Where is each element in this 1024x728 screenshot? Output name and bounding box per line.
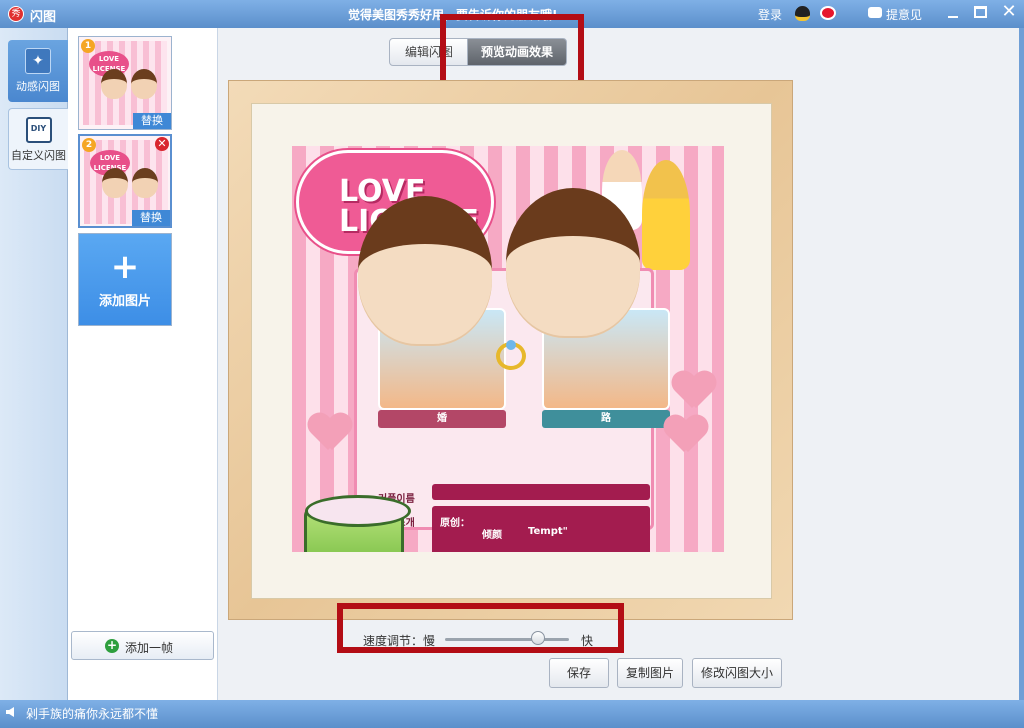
face-overlay-right [506,188,640,338]
plus-icon: + [110,247,140,287]
speed-label: 速度调节：慢 [363,634,436,648]
sidebar-item-label: 自定义闪图 [11,149,66,162]
couple-intro-field: 原创： 倾颜 Tempt" [432,506,650,552]
original-tempt: Tempt" [528,526,568,537]
frame-thumbnail[interactable]: 1 LOVE LICENSE 替换 [78,36,172,130]
couple-name-field [432,484,650,500]
qq-icon[interactable] [795,6,810,21]
status-bar: 剁手族的痛你永远都不懂 [0,700,1024,728]
weibo-icon[interactable] [820,6,836,20]
face-icon [101,69,127,99]
add-frame-label: 添加一帧 [125,641,174,655]
face-icon [102,168,128,198]
minimize-icon[interactable] [946,6,960,20]
heart-icon [308,414,352,454]
girl-figure [642,160,690,270]
preview-image: LOVE LICENSE 婚 路 커플이름 커플소개 原创： [292,146,724,552]
face-overlay-left [358,196,492,346]
feedback-link[interactable]: 提意见 [886,6,922,23]
speed-fast-label: 快 [581,634,594,648]
name-label-right: 路 [542,410,670,428]
delete-frame-icon[interactable]: ✕ [155,137,169,151]
mode-sidebar: ✦ 动感闪图 DIY 自定义闪图 [0,28,68,700]
login-link[interactable]: 登录 [758,6,782,23]
sparkle-icon: ✦ [25,48,51,74]
original-label: 原创： [440,518,470,529]
original-author: 倾颜 [482,530,502,541]
sidebar-item-label: 动感闪图 [16,80,60,93]
frame-mat: LOVE LICENSE 婚 路 커플이름 커플소개 原创： [251,103,772,599]
heart-icon [664,416,708,456]
window-title: 闪图 [30,10,57,25]
frame-number-badge: 2 [82,138,96,152]
speed-slider-knob[interactable] [531,631,545,645]
face-icon [131,69,157,99]
sidebar-item-custom-flash[interactable]: DIY 自定义闪图 [8,108,68,170]
picture-frame: LOVE LICENSE 婚 路 커플이름 커플소개 原创： [228,80,793,620]
name-label-left: 婚 [378,410,506,428]
resize-flash-button[interactable]: 修改闪图大小 [692,658,782,688]
status-message[interactable]: 剁手族的痛你永远都不懂 [26,705,158,722]
sidebar-item-dynamic-flash[interactable]: ✦ 动感闪图 [8,40,68,102]
speed-slider[interactable] [445,638,569,641]
highlight-box-tabs [440,14,584,88]
add-image-button[interactable]: + 添加图片 [78,233,172,326]
frame-thumbnail-selected[interactable]: 2 ✕ LOVE LICENSE 替换 [78,134,172,228]
close-icon[interactable]: ✕ [1000,2,1018,22]
diy-icon: DIY [25,117,52,143]
app-logo-icon: 秀 [8,6,24,22]
main-panel: 编辑闪图 预览动画效果 LOVE LICENSE 婚 路 [218,14,1019,700]
replace-button[interactable]: 替换 [133,113,171,129]
add-icon: + [105,638,119,653]
feedback-icon[interactable] [868,7,882,18]
frame-list: 1 LOVE LICENSE 替换 2 ✕ LOVE LICENSE 替换 + … [68,28,218,700]
replace-button[interactable]: 替换 [132,210,170,226]
copy-image-button[interactable]: 复制图片 [617,658,683,688]
add-image-label: 添加图片 [98,294,151,309]
maximize-icon[interactable] [974,6,987,18]
face-icon [132,168,158,198]
speaker-icon[interactable] [6,707,14,717]
add-frame-button[interactable]: + 添加一帧 [71,631,214,660]
frame-number-badge: 1 [81,39,95,53]
save-button[interactable]: 保存 [549,658,609,688]
ring-icon [496,340,526,370]
heart-icon [672,372,716,412]
drum-icon [304,495,411,552]
